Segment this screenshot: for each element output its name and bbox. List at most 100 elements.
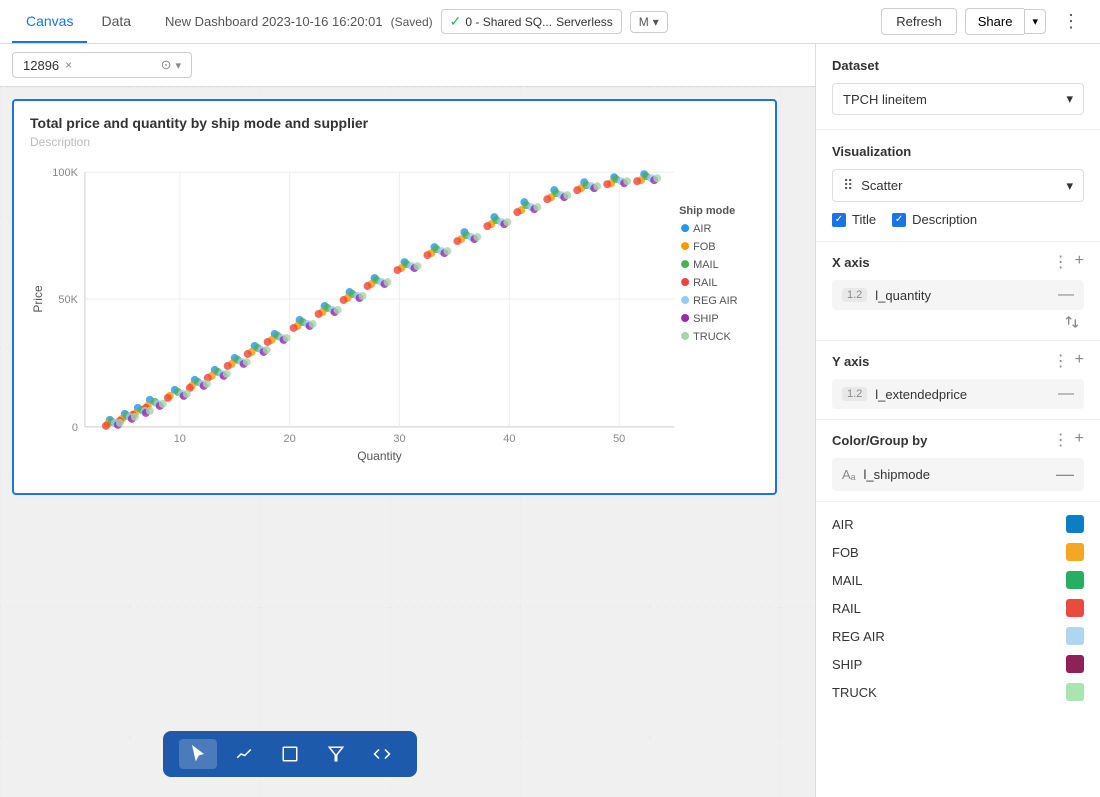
svg-text:30: 30 — [393, 433, 405, 445]
status-badge[interactable]: ✓ 0 - Shared SQ... Serverless — [441, 9, 622, 34]
box-tool-button[interactable] — [271, 739, 309, 769]
shipmode-item-air: AIR — [832, 510, 1084, 538]
shipmode-item-regair: REG AIR — [832, 622, 1084, 650]
y-axis-header: Y axis ⋮ + — [832, 351, 1084, 371]
svg-text:AIR: AIR — [693, 223, 711, 235]
title-checkbox[interactable]: ✓ Title — [832, 212, 876, 227]
filter-clear-icon[interactable]: × — [65, 58, 72, 72]
overflow-menu-button[interactable]: ⋮ — [1054, 6, 1088, 37]
shipmode-label-fob: FOB — [832, 545, 859, 560]
swap-icon — [1064, 314, 1080, 330]
svg-text:50: 50 — [613, 433, 625, 445]
dataset-select[interactable]: TPCH lineitem ▾ — [832, 83, 1084, 115]
box-icon — [281, 745, 299, 763]
y-axis-more-icon[interactable]: ⋮ — [1053, 351, 1069, 371]
shipmode-swatch-air[interactable] — [1066, 515, 1084, 533]
tab-data[interactable]: Data — [87, 0, 145, 43]
status-label: 0 - Shared SQ... — [465, 15, 552, 29]
mode-select[interactable]: M ▾ — [630, 11, 668, 33]
line-chart-tool-button[interactable] — [225, 739, 263, 769]
y-axis-remove-icon[interactable]: — — [1058, 385, 1074, 403]
shipmode-swatch-regair[interactable] — [1066, 627, 1084, 645]
shipmode-label-mail: MAIL — [832, 573, 862, 588]
mode-caret-icon: ▾ — [653, 15, 659, 29]
shipmode-swatch-mail[interactable] — [1066, 571, 1084, 589]
color-field-icon: Aₐ — [842, 467, 856, 482]
serverless-label: Serverless — [556, 15, 613, 29]
chart-title: Total price and quantity by ship mode an… — [30, 115, 759, 131]
cursor-icon — [189, 745, 207, 763]
description-checkbox-box[interactable]: ✓ — [892, 213, 906, 227]
svg-text:0: 0 — [72, 422, 78, 434]
code-icon — [373, 745, 391, 763]
x-axis-add-icon[interactable]: + — [1075, 252, 1084, 272]
shipmode-item-ship: SHIP — [832, 650, 1084, 678]
y-axis-add-icon[interactable]: + — [1075, 351, 1084, 371]
svg-text:10: 10 — [174, 433, 186, 445]
filter-tool-button[interactable] — [317, 739, 355, 769]
topbar-actions: Refresh Share ▾ ⋮ — [881, 6, 1088, 37]
right-panel: Dataset TPCH lineitem ▾ Visualization ⠿ … — [815, 44, 1100, 797]
color-more-icon[interactable]: ⋮ — [1053, 430, 1069, 450]
filter-tag-right: ⊙ ▾ — [161, 57, 181, 73]
shipmode-item-truck: TRUCK — [832, 678, 1084, 706]
dataset-value: TPCH lineitem — [843, 92, 927, 107]
shipmode-label-rail: RAIL — [832, 601, 861, 616]
dashboard-title: New Dashboard 2023-10-16 16:20:01 — [165, 14, 383, 29]
code-tool-button[interactable] — [363, 739, 401, 769]
filter-caret-icon[interactable]: ▾ — [175, 59, 181, 72]
cursor-tool-button[interactable] — [179, 739, 217, 769]
y-axis-pill[interactable]: 1.2 l_extendedprice — — [832, 379, 1084, 409]
y-axis-actions: ⋮ + — [1053, 351, 1084, 371]
color-remove-icon[interactable]: — — [1056, 464, 1074, 485]
shipmode-label-truck: TRUCK — [832, 685, 877, 700]
y-axis-field-name: l_extendedprice — [875, 387, 1050, 402]
x-axis-more-icon[interactable]: ⋮ — [1053, 252, 1069, 272]
filter-settings-icon[interactable]: ⊙ — [161, 57, 172, 73]
share-main-button[interactable]: Share — [965, 8, 1025, 35]
description-checkbox[interactable]: ✓ Description — [892, 212, 977, 227]
shipmode-swatch-fob[interactable] — [1066, 543, 1084, 561]
share-caret-button[interactable]: ▾ — [1024, 9, 1046, 34]
visualization-label: Visualization — [832, 144, 1084, 159]
x-axis-actions: ⋮ + — [1053, 252, 1084, 272]
shipmode-swatch-truck[interactable] — [1066, 683, 1084, 701]
visualization-section: Visualization ⠿ Scatter ▾ ✓ Title ✓ Desc… — [816, 130, 1100, 242]
color-group-title: Color/Group by — [832, 433, 927, 448]
axis-swap-button[interactable] — [832, 310, 1084, 330]
filter-value: 12896 — [23, 58, 59, 73]
x-axis-type: 1.2 — [842, 288, 867, 302]
scatter-icon: ⠿ — [843, 177, 853, 194]
title-checkbox-box[interactable]: ✓ — [832, 213, 846, 227]
line-chart-icon — [235, 745, 253, 763]
filter-bar: 12896 × ⊙ ▾ — [0, 44, 815, 87]
svg-text:MAIL: MAIL — [693, 259, 719, 271]
x-axis-remove-icon[interactable]: — — [1058, 286, 1074, 304]
svg-text:REG AIR: REG AIR — [693, 295, 738, 307]
y-axis-title: Y axis — [832, 354, 869, 369]
tab-canvas[interactable]: Canvas — [12, 0, 87, 43]
shipmode-swatch-ship[interactable] — [1066, 655, 1084, 673]
visualization-select[interactable]: ⠿ Scatter ▾ — [832, 169, 1084, 202]
refresh-button[interactable]: Refresh — [881, 8, 957, 35]
chart-widget: Total price and quantity by ship mode an… — [12, 99, 777, 495]
topbar: Canvas Data New Dashboard 2023-10-16 16:… — [0, 0, 1100, 44]
scatter-chart: 100K 50K 0 10 20 30 40 50 — [30, 157, 759, 477]
x-axis-title: X axis — [832, 255, 870, 270]
chart-description: Description — [30, 135, 759, 149]
color-pill[interactable]: Aₐ l_shipmode — — [832, 458, 1084, 491]
shipmode-item-mail: MAIL — [832, 566, 1084, 594]
svg-text:20: 20 — [284, 433, 296, 445]
shipmode-label-air: AIR — [832, 517, 854, 532]
shipmode-item-fob: FOB — [832, 538, 1084, 566]
shipmode-swatch-rail[interactable] — [1066, 599, 1084, 617]
filter-tag[interactable]: 12896 × ⊙ ▾ — [12, 52, 192, 78]
dataset-label: Dataset — [832, 58, 1084, 73]
color-add-icon[interactable]: + — [1075, 430, 1084, 450]
svg-text:Quantity: Quantity — [357, 449, 402, 463]
svg-text:100K: 100K — [52, 167, 78, 179]
svg-text:SHIP: SHIP — [693, 313, 719, 325]
x-axis-field-name: l_quantity — [875, 288, 1050, 303]
x-axis-pill[interactable]: 1.2 l_quantity — — [832, 280, 1084, 310]
shipmode-color-list: AIR FOB MAIL RAIL REG AIR SHIP — [816, 502, 1100, 714]
